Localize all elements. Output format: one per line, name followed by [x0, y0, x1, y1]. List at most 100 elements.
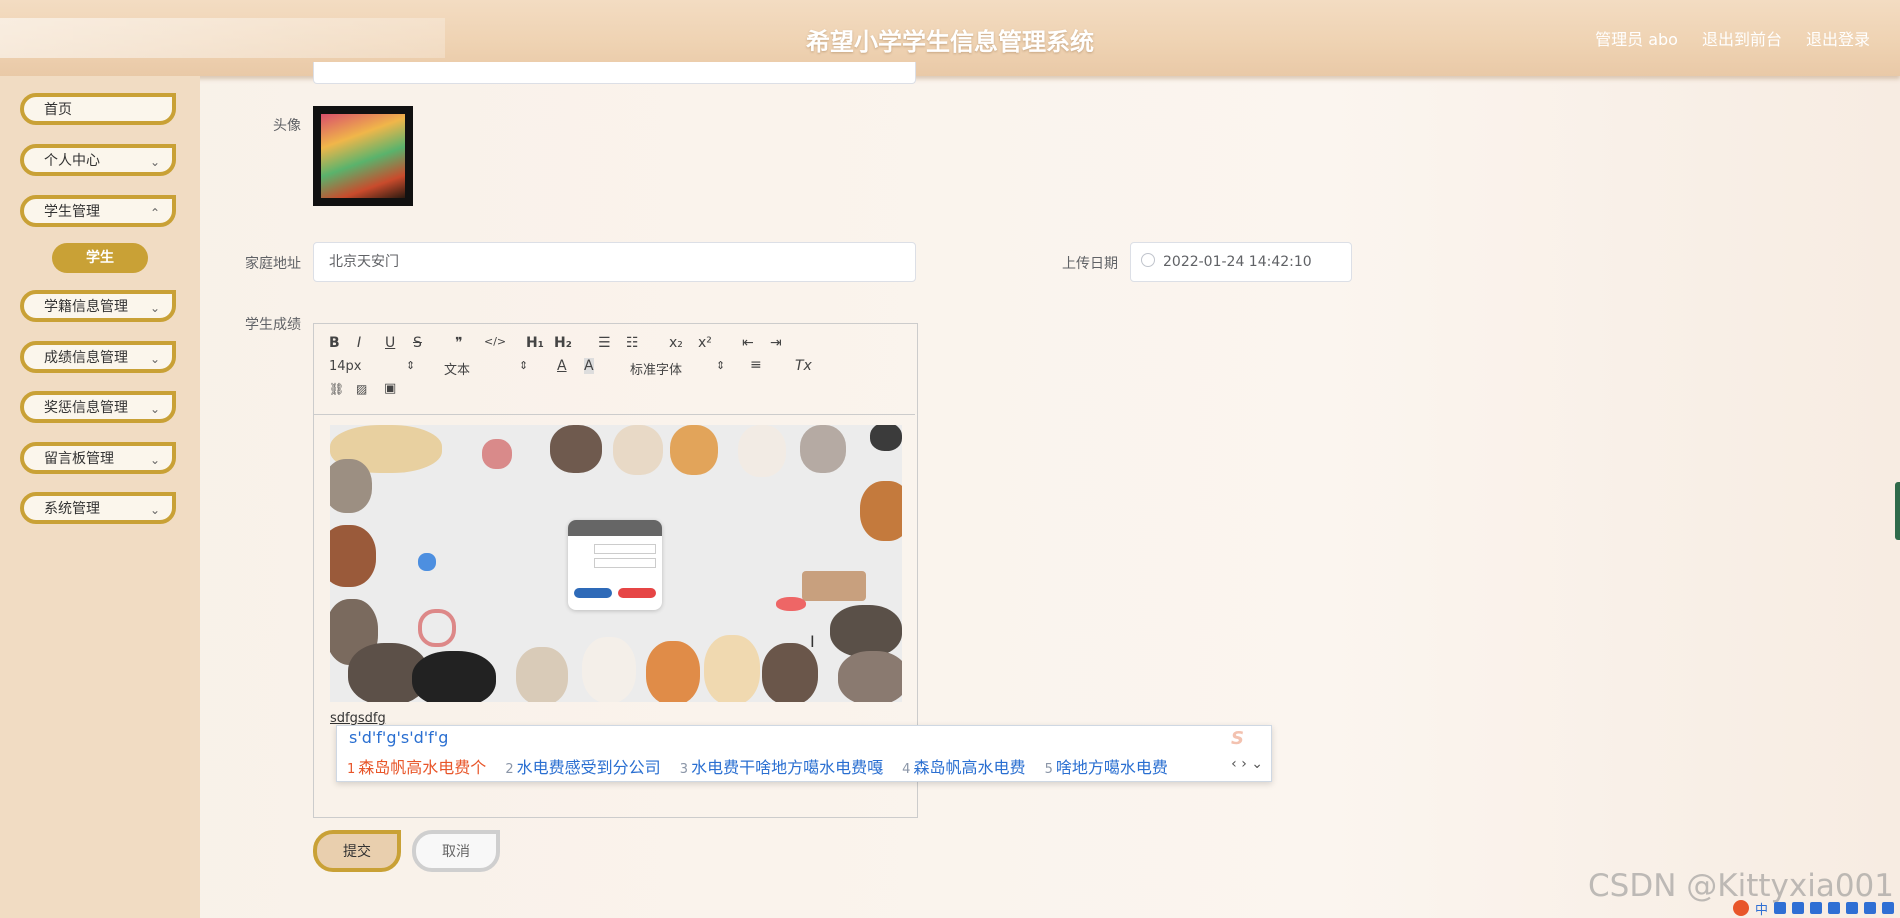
- ime-candidate[interactable]: 1 森岛帆高水电费个: [347, 758, 486, 777]
- punctuation-icon[interactable]: [1774, 902, 1786, 914]
- strike-button[interactable]: S: [413, 335, 422, 351]
- ime-toolbar-tray: 中: [1674, 898, 1900, 918]
- clean-format-button[interactable]: Tx: [795, 358, 812, 374]
- chevron-up-icon: ⌃: [149, 206, 160, 220]
- inserted-pets-image: [330, 425, 902, 702]
- exit-to-front-link[interactable]: 退出到前台: [1702, 26, 1782, 50]
- ime-candidate[interactable]: 2 水电费感受到分公司: [505, 758, 660, 777]
- ime-candidate-window: s'd'f'g's'd'f'g 1 森岛帆高水电费个 2 水电费感受到分公司 3 水电…: [336, 725, 1272, 782]
- ime-candidate[interactable]: 3 水电费干啥地方噶水电费嘎: [680, 758, 883, 777]
- sidebar-item-enrollment[interactable]: 学籍信息管理 ⌄: [20, 290, 176, 322]
- pet-dog: [738, 425, 786, 477]
- chevron-down-icon: ⌄: [149, 155, 160, 169]
- link-icon[interactable]: ⛓: [329, 382, 344, 396]
- h1-button[interactable]: H₁: [526, 335, 544, 351]
- sogou-icon[interactable]: [1732, 900, 1749, 916]
- sidebar-item-label: 成绩信息管理: [44, 350, 128, 366]
- card-field: [594, 544, 656, 554]
- chevron-down-icon: ⌄: [149, 352, 160, 366]
- card-button: [618, 588, 656, 598]
- sidebar-item-label: 学生管理: [44, 204, 100, 220]
- ime-candidate[interactable]: 4 森岛帆高水电费: [902, 758, 1025, 777]
- text-cursor-icon: I: [810, 632, 815, 651]
- previous-field-input[interactable]: [313, 62, 916, 84]
- sogou-logo-icon: S: [1231, 728, 1244, 749]
- grid-icon[interactable]: [1882, 902, 1894, 914]
- cancel-button[interactable]: 取消: [412, 830, 500, 872]
- card-button: [574, 588, 612, 598]
- sidebar-item-student-management[interactable]: 学生管理 ⌃: [20, 195, 176, 227]
- sidebar-item-personal-center[interactable]: 个人中心 ⌄: [20, 144, 176, 176]
- address-label: 家庭地址: [245, 256, 301, 272]
- sidebar-subitem-student[interactable]: 学生: [52, 243, 148, 273]
- ordered-list-button[interactable]: ☰: [598, 335, 611, 351]
- editor-content-text[interactable]: sdfgsdfg: [330, 711, 386, 726]
- pet-cat: [670, 425, 718, 475]
- text-color-button[interactable]: A: [557, 358, 567, 374]
- align-button[interactable]: ≡: [750, 357, 762, 373]
- bold-button[interactable]: B: [329, 335, 340, 351]
- submit-button[interactable]: 提交: [313, 830, 401, 872]
- keyboard-icon[interactable]: [1828, 902, 1840, 914]
- video-icon[interactable]: ▣: [384, 381, 396, 396]
- user-icon[interactable]: [1846, 902, 1858, 914]
- logout-link[interactable]: 退出登录: [1806, 26, 1870, 50]
- pet-cat: [838, 651, 902, 702]
- sidebar-item-label: 奖惩信息管理: [44, 400, 128, 416]
- side-scroll-tab[interactable]: [1895, 482, 1900, 540]
- chevron-down-icon: ⌄: [149, 402, 160, 416]
- pet-collar: [418, 609, 456, 647]
- italic-button[interactable]: I: [357, 335, 361, 351]
- skin-icon[interactable]: [1864, 902, 1876, 914]
- ime-page-arrows[interactable]: ‹ › ⌄: [1231, 756, 1263, 772]
- image-icon[interactable]: ▨: [356, 382, 367, 396]
- upload-date-value: 2022-01-24 14:42:10: [1163, 254, 1312, 270]
- font-size-select[interactable]: 14px: [329, 359, 362, 374]
- superscript-button[interactable]: x²: [698, 335, 712, 351]
- fish-bone: [776, 597, 806, 611]
- background-color-button[interactable]: A: [584, 358, 594, 374]
- chevron-down-icon: ⌄: [149, 503, 160, 517]
- sidebar-item-system[interactable]: 系统管理 ⌄: [20, 492, 176, 524]
- header-nav: 管理员 abo 退出到前台 退出登录: [1595, 26, 1870, 50]
- chevron-updown-icon: ⇕: [519, 359, 529, 372]
- login-card-illustration: [568, 520, 662, 610]
- outdent-button[interactable]: ⇤: [742, 335, 754, 351]
- avatar-image[interactable]: [313, 106, 413, 206]
- pet-dog: [330, 525, 376, 587]
- upload-date-picker[interactable]: 2022-01-24 14:42:10: [1130, 242, 1352, 282]
- sidebar-item-rewards[interactable]: 奖惩信息管理 ⌄: [20, 391, 176, 423]
- subscript-button[interactable]: x₂: [669, 335, 683, 351]
- font-family-select[interactable]: 标准字体: [630, 359, 682, 378]
- sidebar-item-label: 系统管理: [44, 501, 100, 517]
- h2-button[interactable]: H₂: [554, 335, 572, 351]
- cat-bed: [802, 571, 866, 601]
- chinese-mode-label[interactable]: 中: [1755, 899, 1768, 918]
- underline-button[interactable]: U: [385, 335, 395, 351]
- upload-date-label: 上传日期: [1062, 256, 1118, 272]
- bullet-list-button[interactable]: ☷: [626, 335, 639, 351]
- pet-cat: [330, 459, 372, 513]
- microphone-icon[interactable]: [1810, 902, 1822, 914]
- top-header: 希望小学学生信息管理系统 管理员 abo 退出到前台 退出登录: [0, 0, 1900, 76]
- avatar-picture: [321, 114, 405, 198]
- sidebar-item-message-board[interactable]: 留言板管理 ⌄: [20, 442, 176, 474]
- ime-composition: s'd'f'g's'd'f'g: [349, 728, 449, 747]
- header-select[interactable]: 文本: [444, 359, 470, 378]
- pet-cat: [613, 425, 663, 475]
- chevron-down-icon: ⌄: [149, 453, 160, 467]
- indent-button[interactable]: ⇥: [770, 335, 782, 351]
- ime-candidate[interactable]: 5 啥地方噶水电费: [1045, 758, 1168, 777]
- emoji-icon[interactable]: [1792, 902, 1804, 914]
- sidebar-item-home[interactable]: 首页: [20, 93, 176, 125]
- pet-dog: [860, 481, 902, 541]
- yarn-ball: [482, 439, 512, 469]
- sidebar-item-label: 留言板管理: [44, 451, 114, 467]
- code-block-button[interactable]: </>: [484, 335, 506, 348]
- sidebar-item-grades[interactable]: 成绩信息管理 ⌄: [20, 341, 176, 373]
- pet-cat: [800, 425, 846, 473]
- address-input[interactable]: 北京天安门: [313, 242, 916, 282]
- blockquote-button[interactable]: ❞: [455, 335, 463, 351]
- pet-cat: [412, 651, 496, 702]
- pet-cat: [762, 643, 818, 702]
